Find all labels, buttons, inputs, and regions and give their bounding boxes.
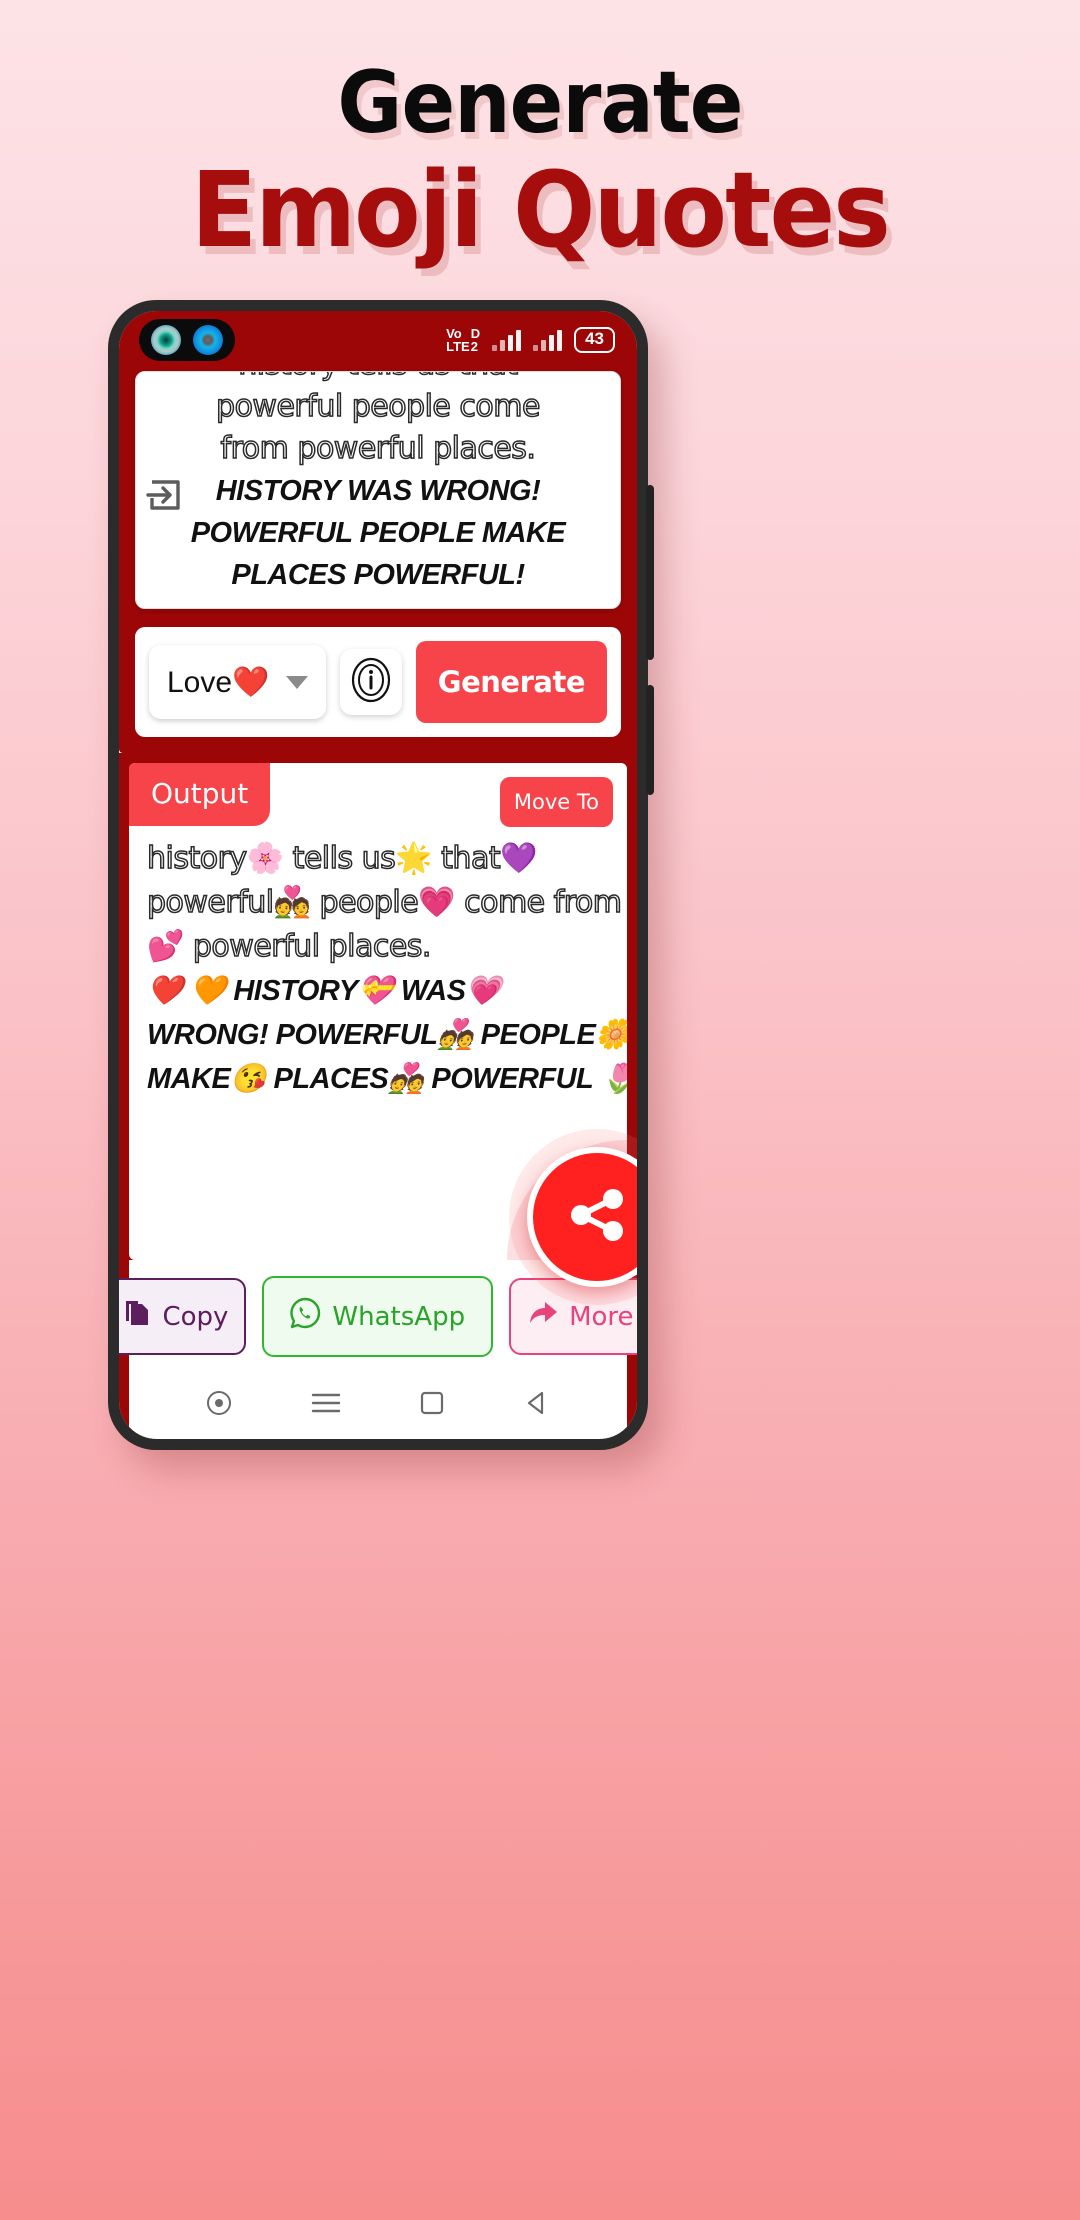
phone-screen: Vo LTE D 2 43 powerful people come from … — [119, 311, 637, 1439]
output-badge: Output — [129, 763, 271, 826]
move-to-button[interactable]: Move To — [499, 777, 613, 827]
punch-hole-camera — [139, 319, 235, 361]
input-line-6: PLACES POWERFUL! — [231, 559, 525, 591]
whatsapp-icon — [288, 1296, 322, 1337]
share-icon — [561, 1179, 633, 1256]
output-line-6: MAKE😘 PLACES💑 POWERFUL 🌷 — [147, 1063, 627, 1095]
signal-bars-sim2-icon — [533, 329, 563, 351]
enter-arrow-icon — [146, 476, 184, 514]
headline-line-1: Generate — [337, 53, 743, 153]
whatsapp-button[interactable]: WhatsApp — [262, 1276, 494, 1357]
promo-headline: Generate Emoji Quotes — [0, 60, 1080, 262]
chevron-down-icon — [285, 675, 308, 689]
front-camera-2-icon — [193, 325, 223, 355]
share-arrow-icon — [527, 1298, 559, 1335]
copy-button[interactable]: Copy — [119, 1278, 247, 1355]
output-header: Output Move To — [129, 763, 627, 827]
dot-circle-icon[interactable] — [206, 1390, 232, 1421]
android-nav-bar — [129, 1371, 627, 1439]
output-line-3: 💕 powerful places. — [146, 928, 432, 965]
front-camera-1-icon — [151, 325, 181, 355]
output-line-5: WRONG! POWERFUL💑 PEOPLE🌼 — [147, 1019, 627, 1051]
info-circle-icon — [350, 657, 392, 708]
input-section: Vo LTE D 2 43 powerful people come from … — [119, 311, 637, 753]
input-line-5: POWERFUL PEOPLE MAKE — [190, 517, 566, 549]
status-bar: Vo LTE D 2 43 — [119, 311, 637, 369]
input-line-2: powerful people come — [215, 388, 541, 425]
output-text[interactable]: history🌸 tells us🌟 that💜 powerful💑 peopl… — [129, 827, 627, 1101]
volte-indicator: Vo LTE D 2 — [446, 327, 480, 353]
headline-line-2: Emoji Quotes — [191, 149, 891, 271]
whatsapp-button-label: WhatsApp — [332, 1301, 466, 1332]
output-section: Output Move To history🌸 tells us🌟 that💜 … — [119, 753, 637, 1439]
category-dropdown[interactable]: Love❤️ — [149, 645, 326, 719]
category-dropdown-value: Love❤️ — [167, 665, 270, 699]
output-line-4: ❤️ 🧡 HISTORY💝 WAS💗 — [147, 975, 502, 1007]
volte-bottom-label: LTE — [446, 339, 470, 354]
home-square-icon[interactable] — [419, 1390, 445, 1421]
signal-bars-sim1-icon — [492, 329, 522, 351]
generate-button[interactable]: Generate — [415, 641, 607, 723]
generator-controls: Love❤️ Generate — [135, 627, 621, 737]
phone-mockup: Vo LTE D 2 43 powerful people come from … — [108, 300, 654, 1450]
input-line-1: history tells us that — [152, 372, 604, 386]
copy-button-label: Copy — [162, 1301, 229, 1332]
sim-bottom-label: 2 — [470, 339, 478, 354]
quote-input-field[interactable]: history tells us that powerful people co… — [135, 371, 621, 609]
status-bar-right: Vo LTE D 2 43 — [446, 327, 615, 353]
battery-indicator: 43 — [574, 327, 615, 353]
input-line-3: from powerful places. — [220, 430, 537, 467]
output-line-2: powerful💑 people💗 come from — [146, 884, 622, 921]
more-button-label: More — [569, 1301, 634, 1332]
output-line-1: history🌸 tells us🌟 that💜 — [146, 840, 538, 877]
share-fab-inner — [527, 1147, 637, 1287]
quote-input-text: history tells us that powerful people co… — [136, 372, 620, 596]
info-button[interactable] — [339, 649, 402, 715]
back-triangle-icon[interactable] — [524, 1390, 550, 1421]
input-line-4: HISTORY WAS WRONG! — [215, 475, 541, 507]
menu-lines-icon[interactable] — [311, 1392, 341, 1419]
copy-icon — [122, 1298, 152, 1335]
